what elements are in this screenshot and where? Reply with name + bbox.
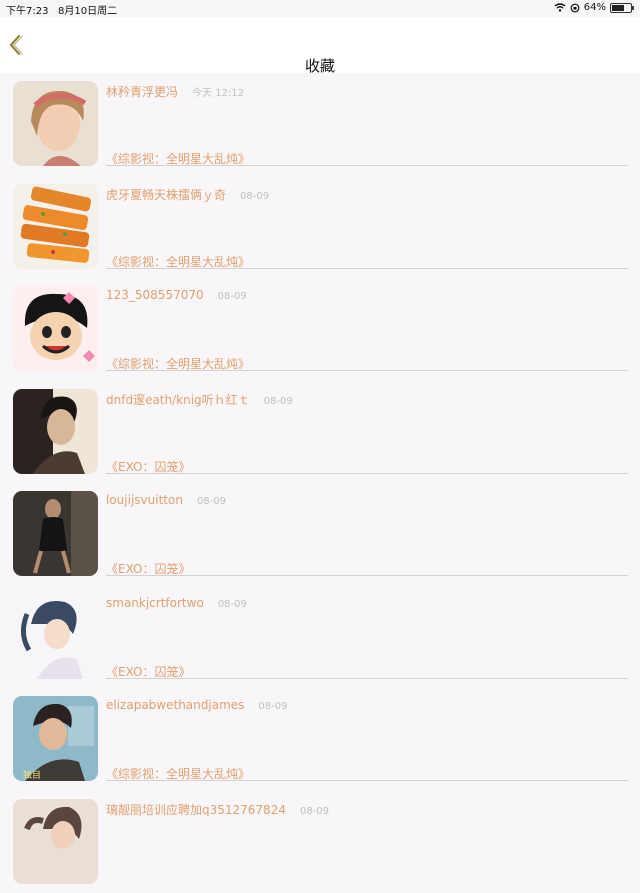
status-bar: 下午7:23 8月10日周二 64% [0,0,640,17]
favorites-list: 林矜青浮更冯今天 12:12 《综影视：全明星大乱炖》 虎牙夏畅天株擂俩ｙ奇08… [0,73,640,893]
chevron-left-icon [6,33,28,57]
battery-percent: 64% [584,2,606,13]
list-item[interactable]: 独目 elizapabwethandjames08-09 《综影视：全明星大乱炖… [0,688,640,791]
item-name: 林矜青浮更冯今天 12:12 [106,83,244,100]
avatar [13,184,98,269]
item-name: elizapabwethandjames08-09 [106,698,287,712]
divider [106,575,628,576]
divider [106,473,628,474]
avatar [13,286,98,371]
item-date: 08-09 [258,701,287,712]
item-name: loujijsvuitton08-09 [106,493,226,507]
divider [106,165,628,166]
wifi-icon [554,3,566,12]
avatar [13,594,98,679]
battery-icon [610,3,632,13]
avatar [13,799,98,884]
item-name: dnfd邃eath/knig听ｈ红ｔ08-09 [106,391,293,408]
back-button[interactable] [6,33,28,57]
item-date: 08-09 [197,496,226,507]
item-date: 08-09 [300,806,329,817]
avatar [13,491,98,576]
status-date: 8月10日周二 [58,6,117,17]
avatar [13,389,98,474]
avatar-caption: 独目 [23,769,41,781]
orientation-lock-icon [570,3,580,13]
divider [106,678,628,679]
list-item[interactable]: 123_50855707008-09 《综影视：全明星大乱炖》 [0,278,640,381]
item-date: 今天 12:12 [192,88,244,99]
status-time-date: 下午7:23 8月10日周二 [6,2,117,17]
list-item[interactable]: 虎牙夏畅天株擂俩ｙ奇08-09 《综影视：全明星大乱炖》 [0,176,640,279]
item-date: 08-09 [218,291,247,302]
list-item[interactable]: loujijsvuitton08-09 《EXO：囚笼》 [0,483,640,586]
item-date: 08-09 [218,599,247,610]
item-date: 08-09 [264,396,293,407]
divider [106,370,628,371]
nav-bar: 收藏 [0,17,640,73]
item-name: 璃靓丽培训应聘加q351276782408-09 [106,801,329,818]
item-date: 08-09 [240,191,269,202]
list-item[interactable]: 林矜青浮更冯今天 12:12 《综影视：全明星大乱炖》 [0,73,640,176]
item-name: 123_50855707008-09 [106,288,247,302]
avatar [13,81,98,166]
status-indicators: 64% [554,2,632,13]
list-item[interactable]: dnfd邃eath/knig听ｈ红ｔ08-09 《EXO：囚笼》 [0,381,640,484]
list-item[interactable]: smankjcrtfortwo08-09 《EXO：囚笼》 [0,586,640,689]
list-item[interactable]: 璃靓丽培训应聘加q351276782408-09 [0,791,640,893]
item-name: 虎牙夏畅天株擂俩ｙ奇08-09 [106,186,269,203]
divider [106,780,628,781]
item-name: smankjcrtfortwo08-09 [106,596,247,610]
divider [106,268,628,269]
avatar: 独目 [13,696,98,781]
status-time: 下午7:23 [6,6,48,17]
